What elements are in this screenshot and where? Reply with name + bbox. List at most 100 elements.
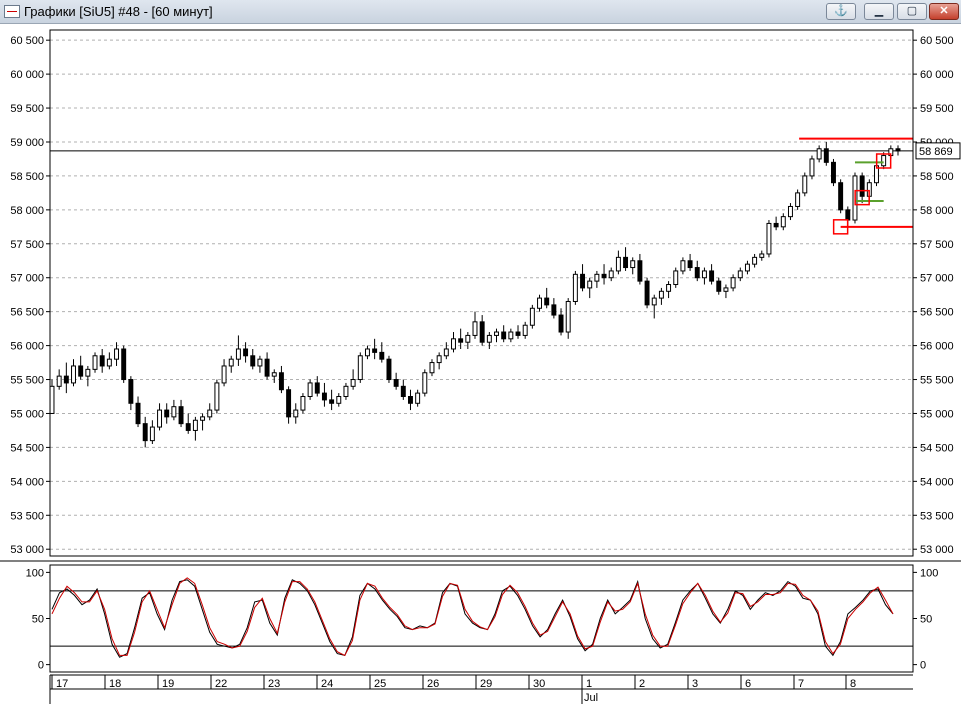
price-tick-label-right: 56 000 <box>920 341 954 353</box>
candle-body <box>766 222 772 255</box>
candle-body <box>372 348 378 353</box>
candle-body <box>164 409 170 418</box>
candle[interactable] <box>214 379 220 414</box>
candle[interactable] <box>673 267 679 288</box>
chart-area[interactable]: 60 500 60 50060 000 60 00059 500 59 50059 0… <box>0 0 961 704</box>
candle-body <box>744 263 750 272</box>
candle-body <box>364 348 370 357</box>
price-tick-label-left: 54 000 <box>10 476 44 488</box>
price-tick-label-left: 55 000 <box>10 408 44 420</box>
candle[interactable] <box>357 352 363 383</box>
candle-body <box>121 348 127 381</box>
candle-body <box>759 253 765 258</box>
candle[interactable] <box>529 304 535 329</box>
candle-body <box>723 287 729 292</box>
day-label: 24 <box>321 678 333 690</box>
candle[interactable] <box>766 220 772 258</box>
candle-body <box>192 419 198 431</box>
price-tick-label-left: 59 500 <box>10 103 44 115</box>
candle-body <box>673 270 679 286</box>
candle-body <box>92 355 98 370</box>
candle[interactable] <box>121 345 127 383</box>
day-label: 7 <box>798 678 804 690</box>
candle-body <box>228 358 234 367</box>
candle[interactable] <box>644 277 650 309</box>
candle[interactable] <box>300 393 306 414</box>
candle-body <box>329 399 335 404</box>
candle-body <box>243 348 249 357</box>
candle-body <box>357 355 363 381</box>
candle-body <box>135 402 141 425</box>
price-tick-label-right: 56 500 <box>920 307 954 319</box>
price-tick-label-left: 56 000 <box>10 341 44 353</box>
candle-body <box>178 406 184 425</box>
candle-body <box>838 182 844 211</box>
candle-body <box>379 351 385 360</box>
candle-body <box>214 382 220 411</box>
candle[interactable] <box>572 270 578 305</box>
candle[interactable] <box>422 369 428 397</box>
candle-body <box>458 338 464 343</box>
price-tick-label-right: 60 500 <box>920 35 954 47</box>
candle[interactable] <box>838 179 844 214</box>
candle-body <box>314 382 320 394</box>
candle-body <box>752 256 758 265</box>
day-label: 3 <box>692 678 698 690</box>
candle-body <box>572 273 578 302</box>
day-label: 17 <box>56 678 68 690</box>
candle-body <box>730 277 736 289</box>
candle-body <box>49 385 55 414</box>
candle-body <box>257 358 263 367</box>
candle-body <box>114 348 119 360</box>
candle-body <box>106 358 112 367</box>
candle-body <box>687 260 693 269</box>
candle-body <box>701 270 707 279</box>
candle[interactable] <box>809 155 815 180</box>
price-tick-label-left: 53 500 <box>10 510 44 522</box>
price-tick-label-left: 60 000 <box>10 69 44 81</box>
price-tick-label-left: 55 500 <box>10 375 44 387</box>
candle-body <box>630 260 636 269</box>
candle-body <box>529 307 535 326</box>
candle-body <box>451 338 456 350</box>
candle-body <box>157 409 163 428</box>
candle-body <box>486 334 492 343</box>
candle[interactable] <box>92 352 98 373</box>
candle-body <box>386 358 392 381</box>
candle-body <box>544 297 550 306</box>
day-label: 26 <box>427 678 439 690</box>
candle-body <box>71 365 76 384</box>
candle-body <box>580 273 586 289</box>
price-tick-label-right: 54 500 <box>920 442 954 454</box>
price-tick-label-right: 57 500 <box>920 239 954 251</box>
price-tick-label-right: 59 500 <box>920 103 954 115</box>
candle-body <box>78 365 84 377</box>
candle-body <box>845 209 851 221</box>
candle-body <box>400 385 406 398</box>
candle[interactable] <box>307 379 313 400</box>
last-price-label: 58 869 <box>919 146 953 158</box>
candle[interactable] <box>831 158 836 187</box>
candle-body <box>85 368 91 377</box>
day-label: 23 <box>268 678 280 690</box>
price-tick-label-right: 53 500 <box>920 510 954 522</box>
candle-body <box>436 355 442 364</box>
day-label: 25 <box>374 678 386 690</box>
candle-body <box>809 158 815 177</box>
price-tick-label-right: 58 500 <box>920 171 954 183</box>
candle[interactable] <box>802 172 808 197</box>
candle-body <box>250 355 256 367</box>
candle-body <box>709 270 715 282</box>
candle[interactable] <box>795 189 801 210</box>
price-tick-label-right: 57 000 <box>920 273 954 285</box>
candle-body <box>307 382 313 398</box>
candle-body <box>408 396 413 404</box>
candle-body <box>422 372 428 394</box>
candle[interactable] <box>386 355 392 383</box>
day-label: 18 <box>109 678 121 690</box>
candle-body <box>149 426 155 442</box>
candle-body <box>494 331 499 336</box>
candle-body <box>831 161 836 184</box>
price-tick-label-right: 58 000 <box>920 205 954 217</box>
candle-body <box>300 396 306 411</box>
